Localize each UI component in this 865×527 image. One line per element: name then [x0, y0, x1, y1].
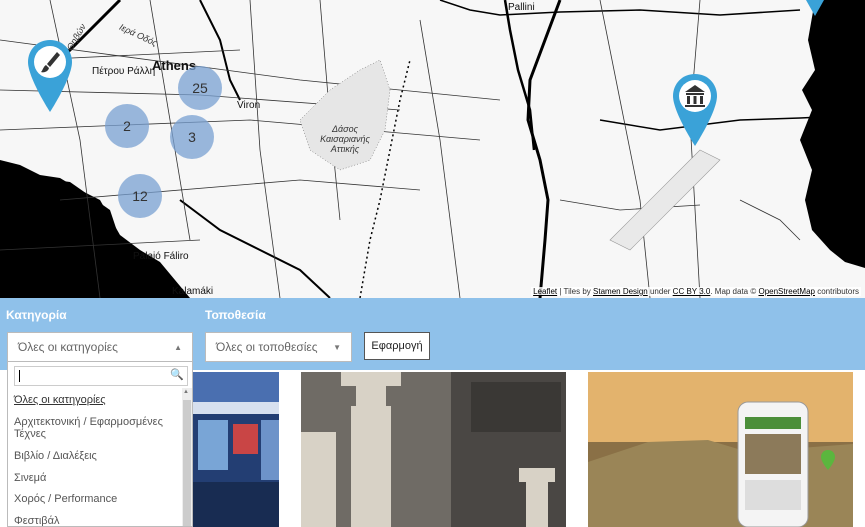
category-select[interactable]: Όλες οι κατηγορίες ▲	[7, 332, 193, 362]
map-cluster[interactable]: 12	[118, 174, 162, 218]
map-tiles	[0, 0, 865, 298]
app-photo[interactable]	[588, 372, 853, 527]
place-kaisariani-forest: Δάσος Καισαριανής Αττικής	[320, 124, 370, 154]
cinema-photo[interactable]	[193, 372, 279, 527]
stamen-link[interactable]: Stamen Design	[593, 287, 648, 296]
place-palaio-faliro: Palaió Fáliro	[133, 251, 189, 262]
category-search-input[interactable]: 🔍	[14, 366, 188, 386]
apply-button[interactable]: Εφαρμογή	[364, 332, 430, 360]
category-select-value: Όλες οι κατηγορίες	[18, 340, 118, 354]
chevron-up-icon: ▲	[174, 342, 182, 352]
map-cluster[interactable]: 2	[105, 104, 149, 148]
osm-link[interactable]: OpenStreetMap	[758, 287, 814, 296]
map[interactable]: Pallini Ιερά Οδός Πέτρου Ράλλη Athens Vi…	[0, 0, 865, 298]
filter-bar: Κατηγορία Τοποθεσία Όλες οι κατηγορίες ▲…	[0, 298, 865, 370]
dropdown-option[interactable]: Χορός / Performance	[14, 493, 174, 505]
dropdown-scrollbar[interactable]: ▲	[182, 388, 192, 526]
category-dropdown[interactable]: 🔍 Όλες οι κατηγορίες Αρχιτεκτονική / Εφα…	[7, 362, 193, 527]
location-select[interactable]: Όλες οι τοποθεσίες ▼	[205, 332, 352, 362]
map-attribution: Leaflet | Tiles by Stamen Design under C…	[531, 287, 861, 296]
caryatids-image	[301, 372, 566, 527]
scrollbar-thumb[interactable]	[183, 400, 191, 526]
text-caret	[19, 370, 20, 382]
leaflet-link[interactable]: Leaflet	[533, 287, 557, 296]
dropdown-option[interactable]: Αρχιτεκτονική / Εφαρμοσμένες Τέχνες	[14, 416, 174, 440]
place-kalamaki: Kalamáki	[172, 286, 214, 297]
brush-map-marker[interactable]	[26, 38, 74, 114]
place-petrou-ralli: Πέτρου Ράλλη	[92, 66, 156, 77]
museum-map-marker[interactable]	[671, 72, 719, 148]
dropdown-option[interactable]: Όλες οι κατηγορίες	[14, 394, 174, 406]
scroll-up-icon[interactable]: ▲	[183, 389, 189, 395]
place-pallini: Pallini	[508, 2, 535, 13]
chevron-down-icon: ▼	[333, 342, 341, 352]
search-icon: 🔍	[170, 369, 184, 381]
map-cluster[interactable]: 3	[170, 115, 214, 159]
map-cluster[interactable]: 25	[178, 66, 222, 110]
category-label: Κατηγορία	[6, 308, 67, 322]
museum-photo[interactable]	[301, 372, 566, 527]
acropolis-app-image	[588, 372, 853, 527]
map-marker-partial[interactable]	[804, 0, 826, 18]
location-select-value: Όλες οι τοποθεσίες	[216, 340, 318, 354]
dropdown-option[interactable]: Σινεμά	[14, 472, 174, 484]
dropdown-option[interactable]: Βιβλίο / Διαλέξεις	[14, 450, 174, 462]
location-label: Τοποθεσία	[205, 308, 266, 322]
dropdown-option[interactable]: Φεστιβάλ	[14, 515, 174, 526]
license-link[interactable]: CC BY 3.0	[673, 287, 711, 296]
place-viron: Viron	[237, 100, 261, 111]
cinema-image	[193, 372, 279, 527]
